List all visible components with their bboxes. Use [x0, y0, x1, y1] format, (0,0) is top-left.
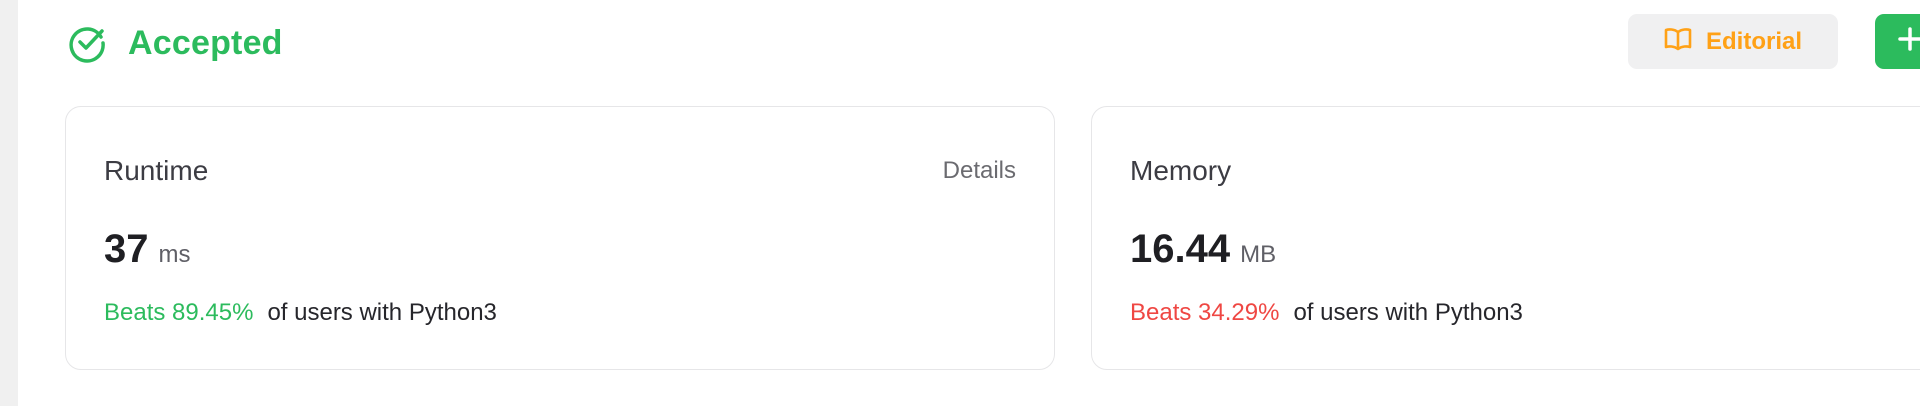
submission-status: Accepted: [66, 20, 283, 66]
memory-title: Memory: [1130, 155, 1232, 186]
book-open-icon: [1664, 27, 1692, 56]
status-text: Accepted: [128, 23, 283, 62]
memory-card: Memory 16.44 MB Beats 34.29% of users wi…: [1091, 106, 1920, 370]
runtime-beats-suffix: of users with Python3: [267, 299, 497, 326]
memory-beats: Beats 34.29%: [1130, 299, 1280, 326]
plus-icon: [1897, 26, 1920, 57]
runtime-value-row: 37 ms: [104, 227, 191, 272]
check-circle-icon: [66, 22, 108, 64]
memory-beats-suffix: of users with Python3: [1293, 299, 1523, 326]
runtime-value: 37: [104, 227, 149, 271]
runtime-unit: ms: [158, 241, 191, 268]
left-panel-edge: [0, 0, 18, 406]
details-link[interactable]: Details: [943, 157, 1016, 185]
runtime-beats-row: Beats 89.45% of users with Python3: [104, 299, 497, 327]
memory-value-row: 16.44 MB: [1130, 227, 1276, 272]
editorial-button[interactable]: Editorial: [1628, 14, 1838, 69]
runtime-beats: Beats 89.45%: [104, 299, 254, 326]
runtime-title: Runtime: [104, 155, 209, 186]
memory-unit: MB: [1240, 241, 1277, 268]
memory-beats-row: Beats 34.29% of users with Python3: [1130, 299, 1523, 327]
memory-value: 16.44: [1130, 227, 1231, 271]
add-button[interactable]: [1875, 14, 1920, 69]
editorial-label: Editorial: [1705, 27, 1802, 55]
runtime-card: Runtime Details 37 ms Beats 89.45% of us…: [65, 106, 1055, 370]
